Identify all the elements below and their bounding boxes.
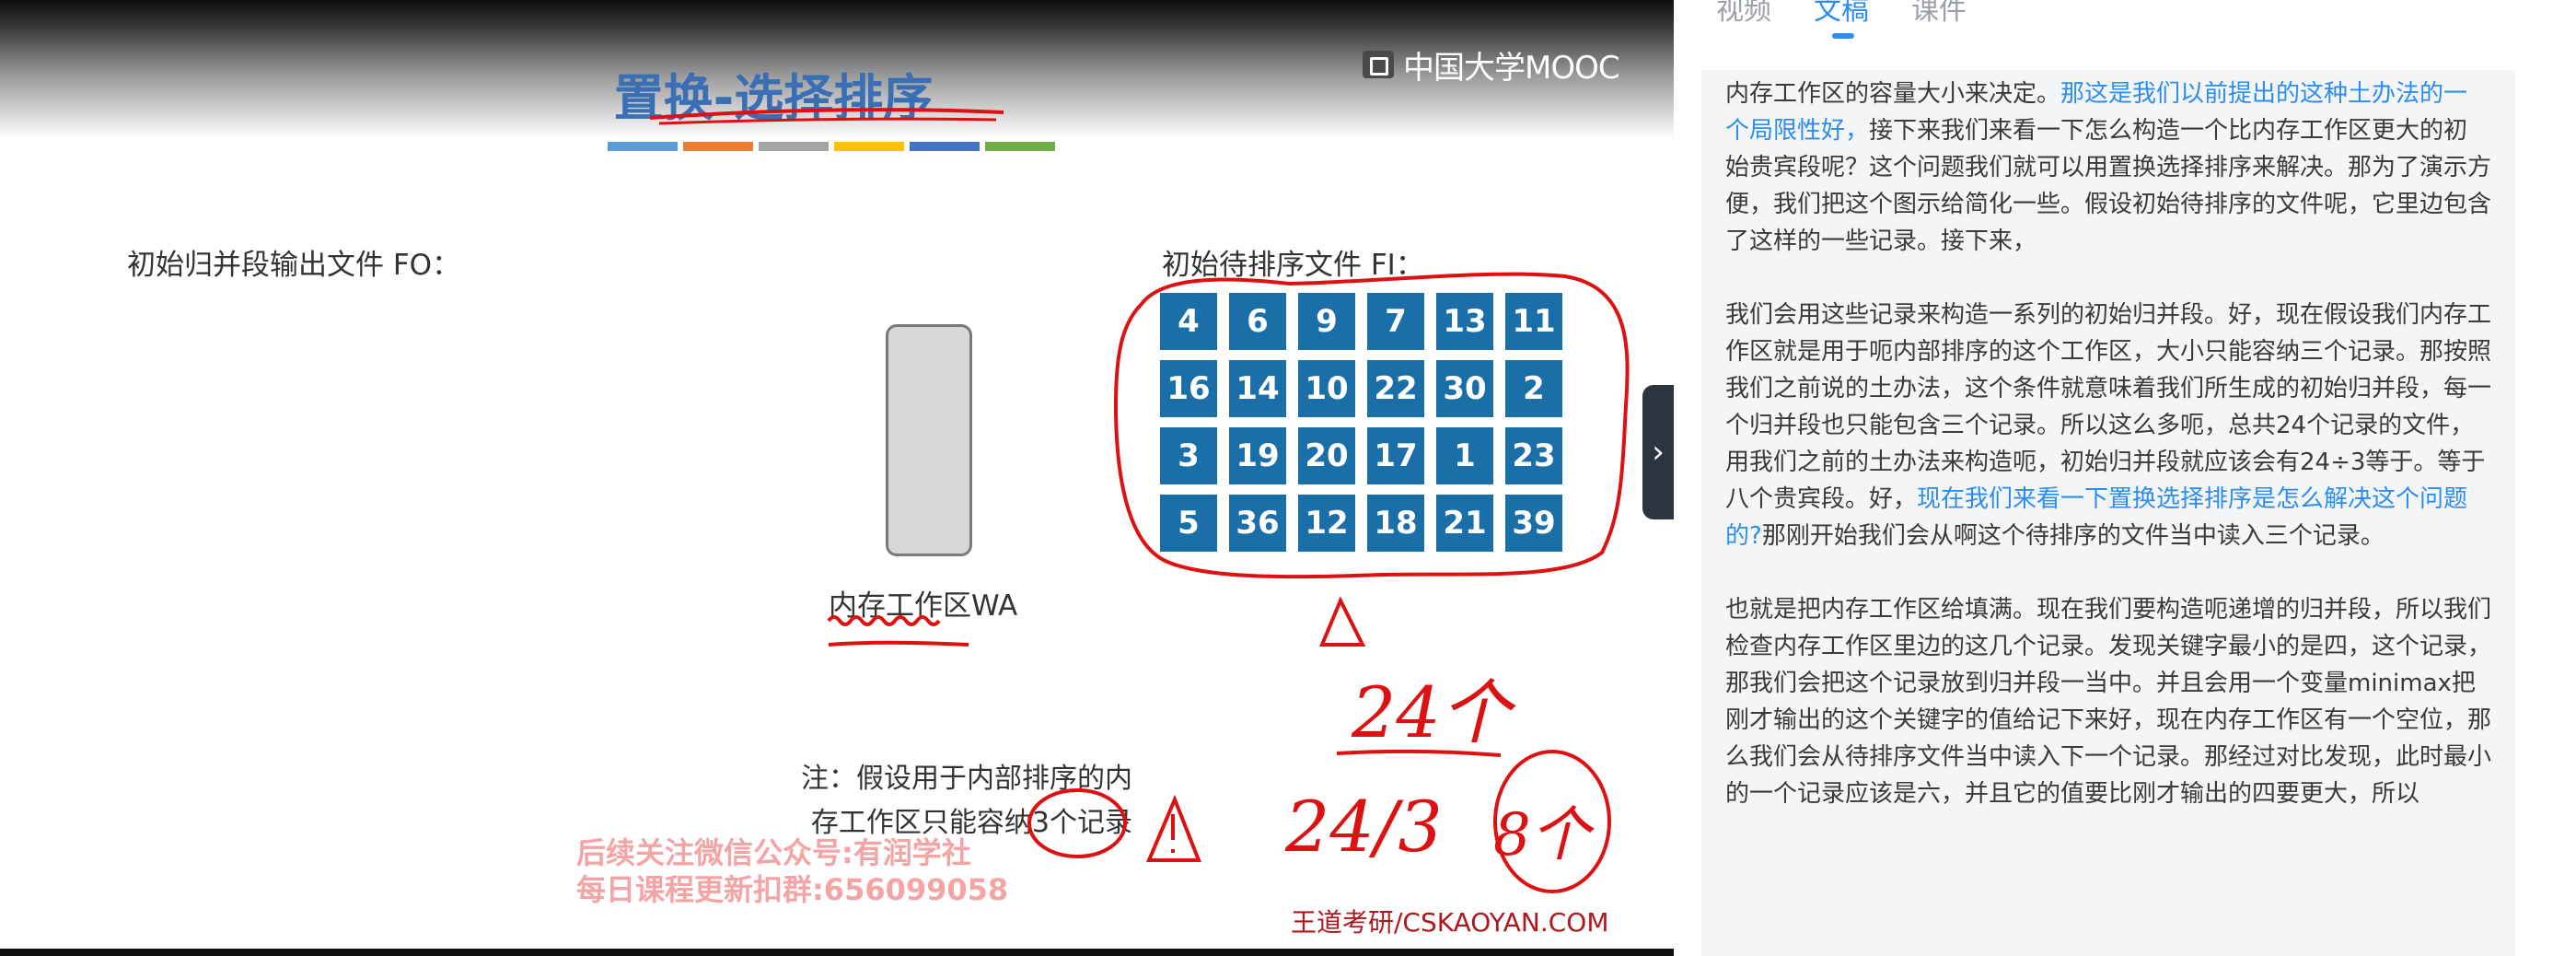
memory-workarea-box [886,324,972,556]
slide-credit: 王道考研/CSKAOYAN.COM [1291,907,1609,938]
record-cell: 17 [1367,427,1424,484]
transcript-panel[interactable]: 内存工作区的容量大小来决定。那这是我们以前提出的这种土办法的一个局限性好，接下来… [1701,70,2515,956]
slide-title: 置换-选择排序 [613,69,934,127]
record-cell: 7 [1367,293,1424,350]
slide-note: 注：假设用于内部排序的内 存工作区只能容纳3个记录 [727,757,1132,845]
record-cell: 10 [1298,360,1355,417]
watermark-line1: 后续关注微信公众号:有润学社 [576,835,971,870]
record-cell: 6 [1229,293,1286,350]
record-cell: 5 [1160,495,1217,552]
panel-toggle-button[interactable]: › [1642,385,1674,519]
video-player[interactable]: 中国大学MOOC 置换-选择排序 初始归并段输出文件 FO： 初始待排序文件 F… [0,0,1674,956]
transcript-text: 我们会用这些记录来构造一系列的初始归并段。好，现在假设我们内存工作区就是用于呃内… [1725,301,2492,513]
transcript-paragraph: 我们会用这些记录来构造一系列的初始归并段。好，现在假设我们内存工作区就是用于呃内… [1725,297,2491,554]
tab-0[interactable]: 视频 [1716,0,1771,28]
video-bottom-bar [0,949,1674,956]
color-bar-segment [910,142,980,151]
record-grid: 4 6 9 7 13 11 16 14 10 22 30 2 3 19 20 17 1 23 5 36 12 18 21 39 [1160,293,1562,552]
mooc-logo-icon [1363,51,1394,78]
mooc-logo-text: 中国大学MOOC [1403,49,1620,87]
record-cell: 13 [1436,293,1493,350]
slide-note-line1: 注：假设用于内部排序的内 [801,763,1132,795]
record-cell: 19 [1229,427,1286,484]
delta-mark [1319,596,1366,647]
record-cell: 11 [1505,293,1562,350]
color-bar-segment [985,142,1055,151]
watermark-line2: 每日课程更新扣群:656099058 [576,872,1009,907]
tab-2[interactable]: 课件 [1911,0,1967,28]
record-cell: 23 [1505,427,1562,484]
record-cell: 22 [1367,360,1424,417]
chevron-right-icon: › [1652,434,1665,471]
transcript-text: 也就是把内存工作区给填满。现在我们要构造呃递增的归并段，所以我们检查内存工作区里… [1725,596,2492,808]
handwritten-result: 8个 [1493,801,1595,869]
tab-label: 视频 [1716,0,1771,27]
record-cell: 1 [1436,427,1493,484]
record-cell: 9 [1298,293,1355,350]
color-bar-segment [834,142,904,151]
tab-1[interactable]: 文稿 [1814,0,1869,39]
warning-mark [1145,794,1201,862]
record-cell: 18 [1367,495,1424,552]
output-file-label: 初始归并段输出文件 FO： [127,249,461,282]
transcript-text: 内存工作区的容量大小来决定。 [1725,80,2061,108]
record-cell: 30 [1436,360,1493,417]
record-cell: 20 [1298,427,1355,484]
transcript-paragraph: 也就是把内存工作区给填满。现在我们要构造呃递增的归并段，所以我们检查内存工作区里… [1725,591,2491,812]
transcript-text: 那刚开始我们会从啊这个待排序的文件当中读入三个记录。 [1761,522,2385,550]
transcript-paragraph: 内存工作区的容量大小来决定。那这是我们以前提出的这种土办法的一个局限性好，接下来… [1725,76,2491,260]
mooc-logo: 中国大学MOOC [1363,44,1620,87]
lecture-player-screen: { "video": { "logo_text": "中国大学MOOC", "s… [0,0,2576,956]
record-cell: 16 [1160,360,1217,417]
tab-label: 课件 [1911,0,1967,27]
handwritten-total-underline [1336,749,1502,757]
color-bar-segment [608,142,678,151]
memory-workarea-label: 内存工作区WA [829,589,1018,623]
record-cell: 39 [1505,495,1562,552]
result-circle [1493,750,1611,893]
tab-label: 文稿 [1814,0,1869,27]
record-cell: 12 [1298,495,1355,552]
color-bar-segment [759,142,829,151]
record-cell: 2 [1505,360,1562,417]
record-cell: 21 [1436,495,1493,552]
slide-color-bar [608,142,1055,151]
workarea-underline [828,640,969,647]
watermark: 后续关注微信公众号:有润学社 每日课程更新扣群:656099058 [576,834,1008,908]
side-panel: 视频 文稿 课件 内存工作区的容量大小来决定。那这是我们以前提出的这种土办法的一个局… [1674,0,2576,956]
color-bar-segment [683,142,753,151]
panel-tabs: 视频 文稿 课件 [1716,0,1967,39]
record-cell: 14 [1229,360,1286,417]
record-cell: 3 [1160,427,1217,484]
active-tab-indicator [1832,33,1854,39]
input-file-label: 初始待排序文件 FI： [1162,249,1424,282]
record-cell: 36 [1229,495,1286,552]
handwritten-division: 24/3 [1284,786,1443,868]
record-cell: 4 [1160,293,1217,350]
handwritten-total: 24个 [1351,671,1517,753]
